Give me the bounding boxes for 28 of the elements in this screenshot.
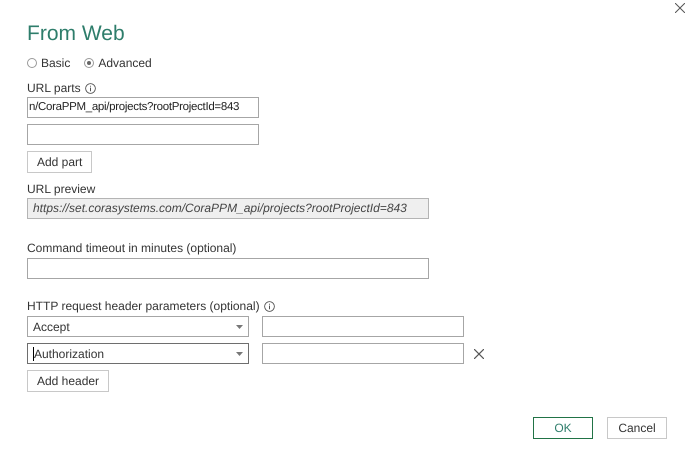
url-preview-field: https://set.corasystems.com/CoraPPM_api/projects?rootProjectId=843 [27,198,429,219]
radio-option[interactable]: Advanced [84,54,152,72]
radio-option[interactable]: Basic [27,54,70,72]
field-label: Command timeout in minutes (optional) [27,240,238,255]
header-dropdown[interactable]: Accept [27,316,249,337]
header-dropdown[interactable]: Authorization [27,343,249,364]
text-cursor [33,346,34,360]
cancel-button[interactable]: Cancel [607,417,667,439]
radio-button[interactable] [84,58,94,68]
caret-icon [236,324,243,328]
input-field[interactable] [262,343,464,364]
ok-button[interactable]: OK [533,417,593,439]
input-field[interactable] [27,124,259,145]
add-part-button[interactable]: Add part [27,151,92,173]
field-label: URL preview [27,181,96,196]
add-header-button[interactable]: Add header [27,370,110,392]
caret-icon [236,352,243,356]
input-field[interactable] [262,316,464,337]
radio-button[interactable] [27,58,37,68]
close-icon[interactable] [474,348,484,358]
input-field[interactable] [27,258,429,279]
field-label: URL parts [27,80,81,97]
field-label: HTTP request header parameters (optional) [27,298,260,315]
input-field[interactable]: n/CoraPPM_api/projects?rootProjectId=843 [27,97,259,118]
info-icon [264,300,275,312]
info-icon [84,82,96,94]
dialog-title: From Web [27,21,126,47]
close-icon[interactable] [675,3,685,13]
